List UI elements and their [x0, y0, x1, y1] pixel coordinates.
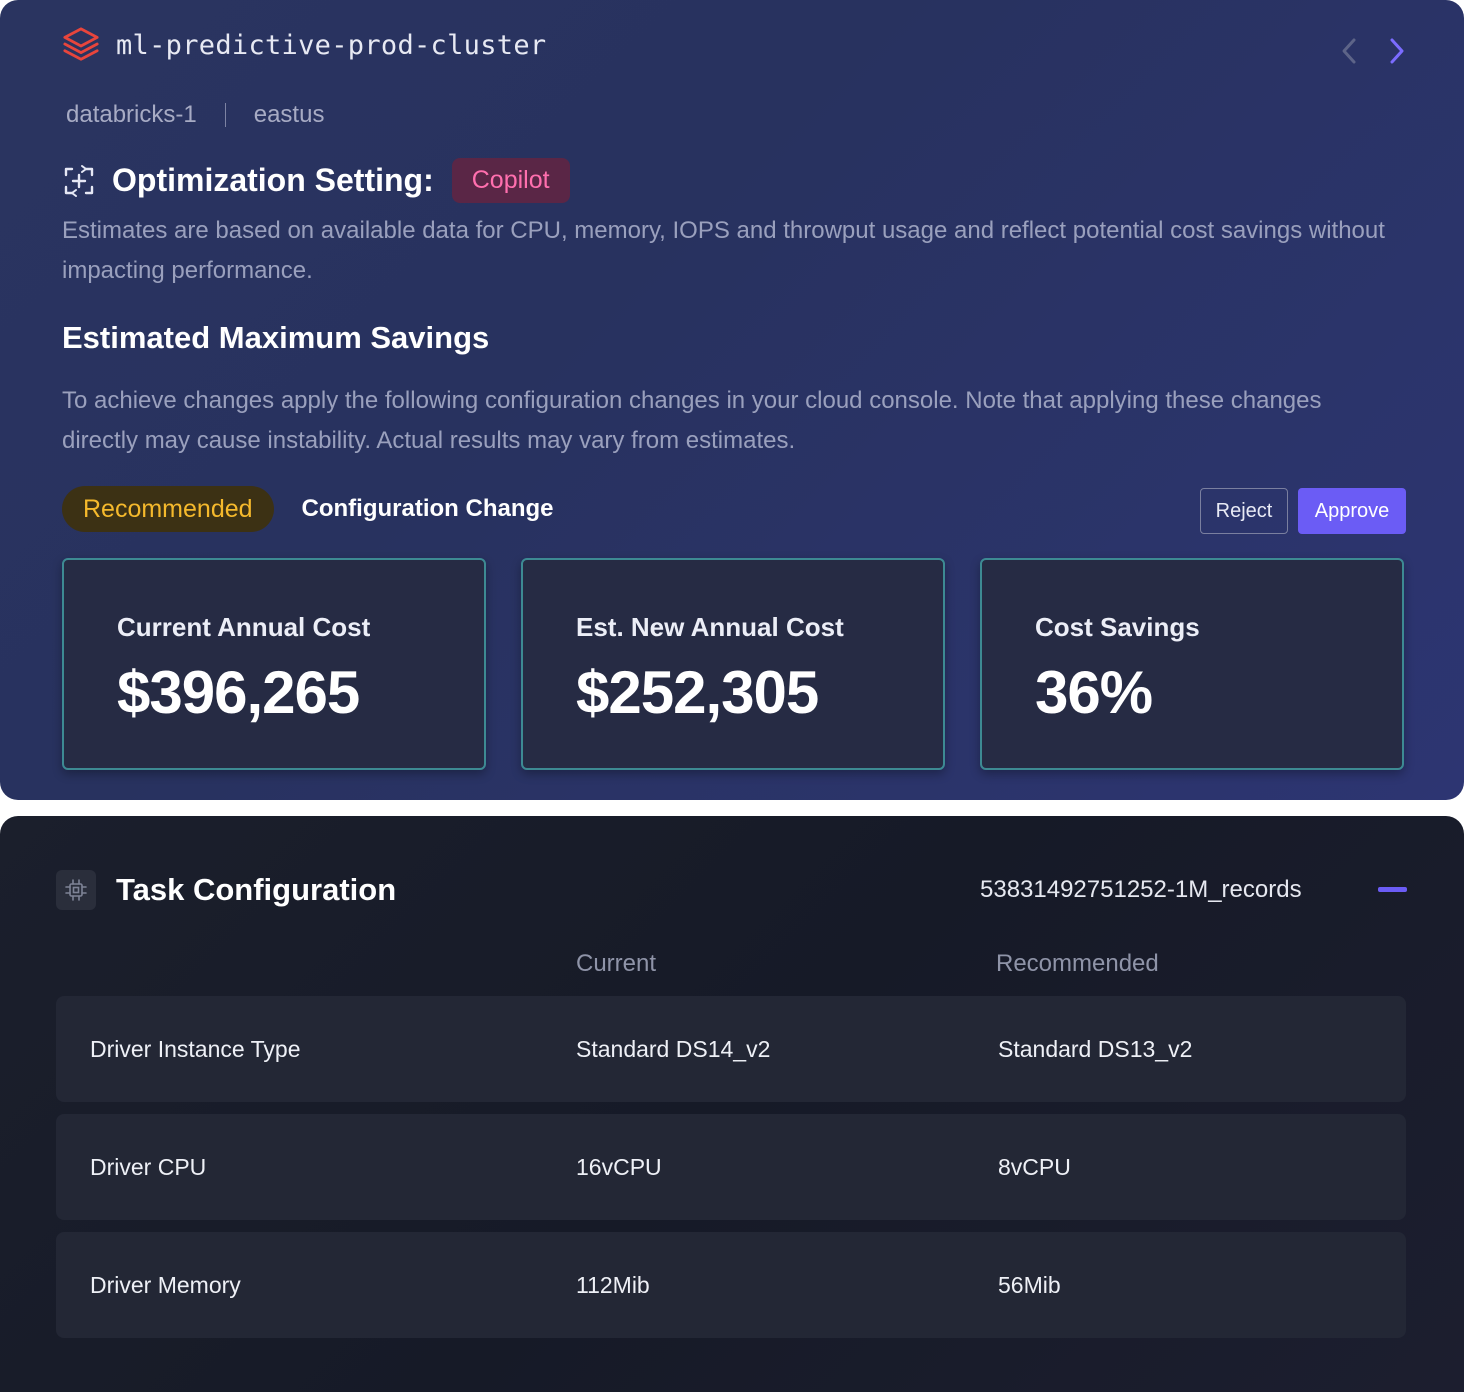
task-configuration-panel: Task Configuration 53831492751252-1M_rec… — [0, 816, 1464, 1392]
region-name: eastus — [253, 101, 325, 128]
chevron-left-icon[interactable] — [1338, 36, 1360, 66]
optimization-setting-title: Optimization Setting: — [112, 162, 434, 198]
current-value: 16vCPU — [576, 1154, 662, 1180]
row-label: Driver Instance Type — [90, 1036, 301, 1062]
recommended-value: 56Mib — [998, 1272, 1061, 1298]
chevron-right-icon[interactable] — [1386, 36, 1408, 66]
tab-recommended[interactable]: Recommended — [62, 486, 274, 532]
cluster-meta: databricks-1 eastus — [66, 101, 324, 129]
card-label: Current Annual Cost — [117, 612, 371, 642]
optimization-description: Estimates are based on available data fo… — [62, 217, 1385, 284]
card-label: Cost Savings — [1035, 612, 1200, 642]
task-icon-container — [56, 870, 96, 910]
recommended-value: 8vCPU — [998, 1154, 1071, 1180]
optimization-setting-row: Optimization Setting: Copilot — [62, 158, 570, 203]
estimated-savings-title: Estimated Maximum Savings — [62, 320, 490, 355]
minus-icon[interactable] — [1378, 887, 1407, 892]
optimization-panel: ml-predictive-prod-cluster databricks-1 … — [0, 0, 1464, 800]
savings-description: To achieve changes apply the following c… — [62, 387, 1322, 454]
column-header-recommended: Recommended — [996, 950, 1159, 977]
row-label: Driver Memory — [90, 1272, 241, 1298]
table-row: Driver Memory 112Mib 56Mib — [56, 1232, 1406, 1338]
workspace-name: databricks-1 — [66, 101, 197, 128]
row-label: Driver CPU — [90, 1154, 207, 1180]
databricks-stack-icon — [63, 27, 99, 61]
current-annual-cost-card: Current Annual Cost $396,265 — [62, 558, 486, 770]
new-annual-cost-card: Est. New Annual Cost $252,305 — [521, 558, 945, 770]
column-header-current: Current — [576, 950, 657, 977]
cpu-chip-icon — [65, 879, 87, 901]
current-value: Standard DS14_v2 — [576, 1036, 771, 1062]
cost-savings-card: Cost Savings 36% — [980, 558, 1404, 770]
optimize-icon — [64, 164, 94, 197]
pagination-arrows — [1338, 36, 1408, 66]
table-row: Driver CPU 16vCPU 8vCPU — [56, 1114, 1406, 1220]
reject-button[interactable]: Reject — [1200, 488, 1288, 534]
view-tabs: Recommended Configuration Change — [62, 486, 554, 532]
card-value: $396,265 — [117, 659, 360, 726]
cluster-header: ml-predictive-prod-cluster — [62, 26, 546, 64]
tab-configuration-change[interactable]: Configuration Change — [302, 495, 554, 523]
card-value: $252,305 — [576, 659, 819, 726]
task-configuration-title: Task Configuration — [116, 872, 397, 907]
card-value: 36% — [1035, 659, 1153, 726]
cluster-name: ml-predictive-prod-cluster — [116, 29, 547, 61]
meta-divider — [224, 103, 226, 127]
copilot-badge: Copilot — [451, 158, 570, 203]
current-value: 112Mib — [576, 1272, 650, 1298]
table-row: Driver Instance Type Standard DS14_v2 St… — [56, 996, 1406, 1102]
card-label: Est. New Annual Cost — [576, 612, 844, 642]
approve-button[interactable]: Approve — [1298, 488, 1406, 534]
recommended-value: Standard DS13_v2 — [998, 1036, 1193, 1062]
task-id: 53831492751252-1M_records — [980, 876, 1302, 903]
